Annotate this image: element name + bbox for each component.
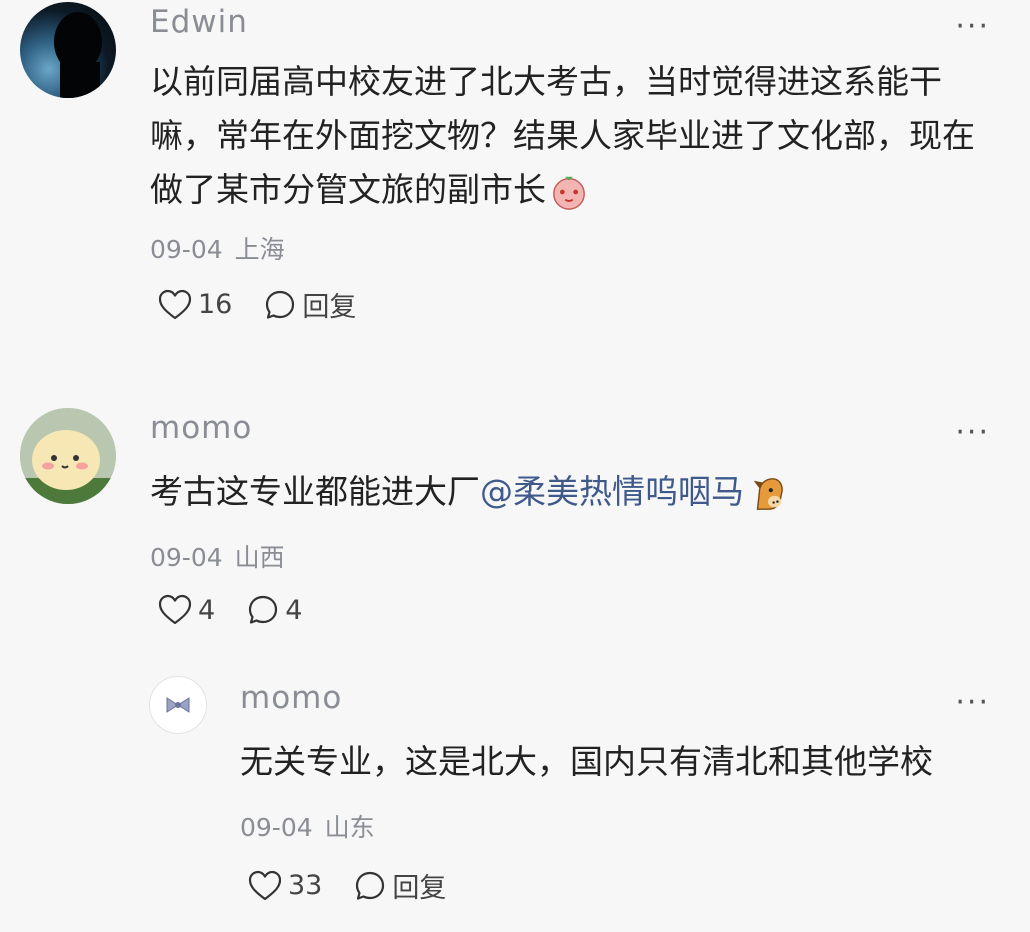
reply-count: 4	[285, 594, 303, 626]
like-button[interactable]: 4	[158, 594, 215, 626]
comment-actions: 33 回复	[248, 866, 478, 905]
comment-actions: 16 回复	[158, 285, 388, 324]
comment-body: 无关专业，这是北大，国内只有清北和其他学校	[240, 742, 933, 781]
avatar[interactable]	[149, 676, 207, 734]
comment-body: 考古这专业都能进大厂	[150, 472, 480, 511]
reply-label: 回复	[302, 292, 357, 323]
comment-bubble-icon	[249, 595, 278, 624]
username[interactable]: Edwin	[150, 4, 248, 40]
mention-link[interactable]: @柔美热情呜咽马	[480, 472, 744, 511]
comment-text: 以前同届高中校友进了北大考古，当时觉得进这系能干嘛，常年在外面挖文物？结果人家毕…	[150, 55, 995, 217]
avatar-image	[54, 12, 102, 98]
reply-button[interactable]: 回复	[264, 285, 356, 324]
comment-bubble-icon	[356, 871, 385, 900]
avatar[interactable]	[20, 408, 116, 504]
comment-text: 考古这专业都能进大厂@柔美热情呜咽马	[150, 465, 995, 519]
heart-icon	[158, 594, 192, 625]
username[interactable]: momo	[240, 680, 342, 716]
red-face-emoji	[553, 176, 585, 210]
like-count: 4	[198, 594, 216, 626]
bow-icon	[166, 697, 190, 713]
username[interactable]: momo	[150, 410, 252, 446]
comment-actions: 4 4	[158, 594, 334, 626]
reply-button[interactable]: 4	[247, 594, 302, 626]
comment-location: 山东	[324, 813, 375, 842]
avatar[interactable]	[20, 2, 116, 98]
comment-meta: 09-04 山西	[150, 538, 285, 574]
comment-bubble-icon	[266, 290, 295, 319]
comment-date: 09-04	[150, 235, 223, 264]
more-options-icon[interactable]: ···	[955, 418, 990, 448]
reply-button[interactable]: 回复	[354, 866, 446, 905]
like-count: 16	[198, 289, 233, 320]
more-options-icon[interactable]: ···	[955, 688, 990, 718]
comment-thread: Edwin ··· 以前同届高中校友进了北大考古，当时觉得进这系能干嘛，常年在外…	[0, 0, 1030, 932]
avatar-image	[20, 408, 116, 504]
comment-meta: 09-04 上海	[150, 230, 285, 266]
comment-text: 无关专业，这是北大，国内只有清北和其他学校	[240, 735, 1000, 789]
heart-icon	[158, 289, 192, 319]
horse-emoji	[753, 477, 783, 510]
comment-date: 09-04	[150, 543, 223, 572]
like-button[interactable]: 16	[158, 289, 232, 321]
reply-label: 回复	[392, 873, 447, 904]
comment-location: 上海	[234, 235, 285, 264]
like-button[interactable]: 33	[248, 870, 322, 902]
comment-meta: 09-04 山东	[240, 808, 375, 844]
comment-location: 山西	[234, 543, 285, 572]
more-options-icon[interactable]: ···	[955, 12, 990, 42]
comment-date: 09-04	[240, 813, 313, 842]
like-count: 33	[288, 870, 323, 901]
heart-icon	[248, 870, 282, 900]
